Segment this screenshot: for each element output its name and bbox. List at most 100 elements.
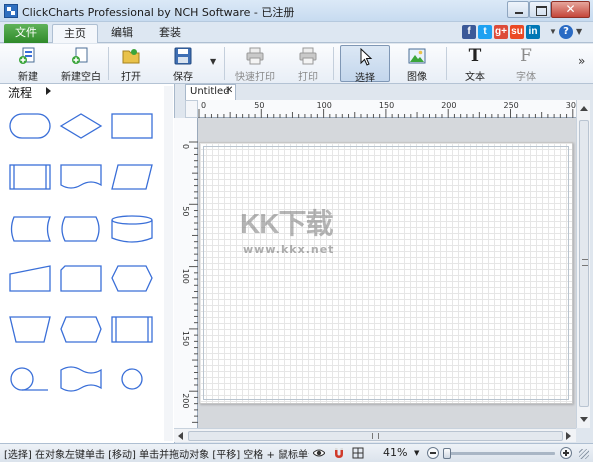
subroutine-shape[interactable] bbox=[111, 316, 153, 343]
open-label: 打开 bbox=[121, 72, 141, 83]
process-shape[interactable] bbox=[111, 113, 153, 139]
scroll-left-icon[interactable] bbox=[178, 432, 183, 440]
save-button[interactable]: 保存 bbox=[164, 45, 202, 83]
cursor-arrow-icon bbox=[360, 48, 373, 66]
panel-scrollbar[interactable] bbox=[164, 86, 173, 441]
zoom-out-button[interactable] bbox=[427, 447, 439, 459]
help-icon[interactable]: ? bbox=[559, 25, 573, 39]
stumbleupon-icon[interactable]: su bbox=[510, 25, 524, 39]
ruler-label: 50 bbox=[254, 101, 264, 110]
image-button[interactable]: 图像 bbox=[398, 45, 436, 83]
eye-icon[interactable] bbox=[313, 447, 325, 459]
vertical-scrollbar[interactable] bbox=[576, 100, 590, 428]
print-button[interactable]: 打印 bbox=[290, 45, 326, 83]
chevron-down-icon[interactable]: ▼ bbox=[414, 449, 419, 457]
scroll-up-icon[interactable] bbox=[580, 106, 588, 111]
toolbar-divider bbox=[333, 47, 334, 80]
horizontal-ruler: 0 50 100 150 200 250 30 bbox=[198, 100, 576, 118]
chevron-down-icon[interactable]: ▼ bbox=[576, 27, 582, 36]
connector-shape[interactable] bbox=[121, 368, 143, 390]
snap-grid-icon[interactable] bbox=[352, 447, 364, 459]
vertical-scroll-thumb[interactable] bbox=[579, 120, 589, 407]
zoom-in-button[interactable] bbox=[560, 447, 572, 459]
print-label: 打印 bbox=[298, 72, 318, 83]
scroll-right-icon[interactable] bbox=[566, 432, 571, 440]
status-hint-text: [选择] 在对象左键单击 [移动] 单击并拖动对象 [平移] 空格 + 鼠标单击… bbox=[4, 450, 309, 461]
manual-input-shape[interactable] bbox=[9, 265, 51, 292]
facebook-icon[interactable]: f bbox=[462, 25, 476, 39]
ruler-label: 200 bbox=[181, 393, 190, 408]
stored-data-shape[interactable] bbox=[10, 216, 51, 242]
grip-icon bbox=[582, 259, 588, 266]
card-shape[interactable] bbox=[60, 265, 102, 292]
page-margin bbox=[203, 146, 569, 400]
database-shape[interactable] bbox=[111, 215, 153, 243]
terminator-shape[interactable] bbox=[9, 113, 51, 139]
new-label: 新建 bbox=[18, 72, 38, 83]
minimize-button[interactable] bbox=[507, 1, 529, 18]
panel-title: 流程 bbox=[8, 86, 33, 100]
chevron-down-icon[interactable]: ▼ bbox=[546, 25, 560, 39]
loop-limit-shape[interactable] bbox=[60, 316, 102, 343]
expand-arrow-icon[interactable] bbox=[46, 87, 51, 95]
linkedin-icon[interactable]: in bbox=[526, 25, 540, 39]
document-shape[interactable] bbox=[60, 164, 102, 189]
horizontal-scroll-thumb[interactable] bbox=[188, 431, 563, 441]
toolbar-divider bbox=[446, 47, 447, 80]
punched-tape-shape[interactable] bbox=[60, 366, 102, 392]
ruler-label: 100 bbox=[317, 101, 332, 110]
google-plus-icon[interactable]: g+ bbox=[494, 25, 508, 39]
folder-icon bbox=[122, 49, 140, 64]
predefined-process-shape[interactable] bbox=[9, 164, 51, 190]
horizontal-scrollbar[interactable] bbox=[174, 428, 576, 442]
text-button[interactable]: T 文本 bbox=[456, 45, 494, 83]
select-tool-button[interactable]: 选择 bbox=[340, 45, 390, 84]
decision-shape[interactable] bbox=[59, 113, 103, 139]
image-icon bbox=[408, 48, 426, 64]
scroll-down-icon[interactable] bbox=[580, 417, 588, 422]
document-tab[interactable]: Untitled ✕ bbox=[185, 84, 236, 100]
close-icon: ✕ bbox=[565, 2, 576, 16]
sequential-data-shape[interactable] bbox=[10, 367, 48, 391]
chevron-down-icon[interactable]: ▼ bbox=[210, 57, 216, 66]
manual-operation-shape[interactable] bbox=[9, 316, 51, 343]
magnet-icon[interactable] bbox=[333, 447, 345, 459]
preparation-shape[interactable] bbox=[111, 265, 153, 292]
app-icon bbox=[4, 4, 18, 18]
tab-home[interactable]: 主页 bbox=[52, 24, 98, 43]
chevron-right-double-icon[interactable]: » bbox=[578, 54, 585, 68]
new-blank-button[interactable]: 新建空白 bbox=[58, 45, 104, 83]
ruler-label: 0 bbox=[181, 144, 190, 149]
quick-print-button[interactable]: 快速打印 bbox=[232, 45, 278, 83]
zoom-slider-thumb[interactable] bbox=[443, 448, 451, 459]
save-label: 保存 bbox=[173, 72, 193, 83]
tab-suite[interactable]: 套装 bbox=[148, 24, 192, 43]
file-menu-tab[interactable]: 文件 bbox=[4, 24, 48, 43]
delay-shape[interactable] bbox=[61, 216, 100, 242]
ruler-label: 0 bbox=[201, 101, 206, 110]
ruler-label: 250 bbox=[504, 101, 519, 110]
drawing-page[interactable]: KK下载 www.kkx.net bbox=[199, 142, 573, 404]
close-button[interactable]: ✕ bbox=[551, 1, 590, 18]
tab-edit[interactable]: 编辑 bbox=[100, 24, 144, 43]
new-button[interactable]: 新建 bbox=[9, 45, 47, 83]
resize-grip-icon[interactable] bbox=[579, 449, 589, 459]
text-label: 文本 bbox=[465, 72, 485, 83]
close-icon[interactable]: ✕ bbox=[225, 85, 233, 96]
twitter-icon[interactable]: t bbox=[478, 25, 492, 39]
open-button[interactable]: 打开 bbox=[113, 45, 149, 83]
toolbar-divider bbox=[108, 47, 109, 80]
vertical-ruler-ticks: 0 50 100 150 200 bbox=[181, 141, 198, 423]
zoom-slider[interactable] bbox=[443, 448, 555, 459]
grip-icon bbox=[372, 433, 379, 439]
maximize-button[interactable] bbox=[529, 1, 551, 18]
zoom-level[interactable]: 41% bbox=[383, 446, 407, 459]
data-shape[interactable] bbox=[111, 164, 153, 190]
horizontal-ruler-ticks: 0 50 100 150 200 250 30 bbox=[198, 101, 576, 118]
title-bar: ClickCharts Professional by NCH Software… bbox=[0, 0, 593, 22]
ruler-label: 150 bbox=[181, 331, 190, 346]
ruler-corner bbox=[185, 100, 198, 118]
new-blank-icon bbox=[72, 47, 88, 64]
watermark: KK下载 www.kkx.net bbox=[240, 202, 380, 262]
font-button[interactable]: F 字体 bbox=[507, 45, 545, 83]
